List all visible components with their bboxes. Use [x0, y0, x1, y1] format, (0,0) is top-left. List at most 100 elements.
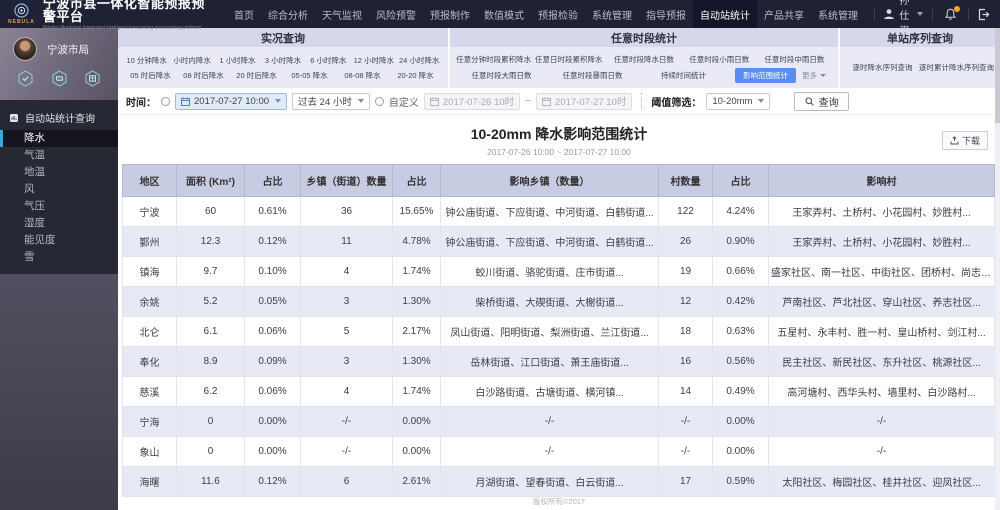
panel-link[interactable]: 08 时后降水: [177, 69, 230, 82]
table-cell: 0.59%: [712, 466, 769, 497]
nav-item[interactable]: 系统管理: [811, 0, 865, 28]
range-end-picker[interactable]: 2017-07-27 10时: [536, 92, 633, 110]
table-cell: 8.9: [176, 346, 245, 377]
table-cell: 4.78%: [392, 226, 441, 257]
table-cell: 王家弄村、土桥村、小花园村、妙胜村...: [768, 196, 995, 227]
nav-item[interactable]: 首页: [227, 0, 261, 28]
panel-link-active[interactable]: 影响范围统计: [735, 67, 796, 83]
nav-item[interactable]: 指导预报: [639, 0, 693, 28]
table-cell: 6.1: [176, 316, 245, 347]
panel-link[interactable]: 1 小时降水: [215, 54, 260, 67]
panel-link[interactable]: 08-08 降水: [336, 69, 389, 82]
panel-link[interactable]: 逐时降水序列查询: [846, 61, 919, 74]
table-cell: 19: [658, 256, 713, 287]
custom-radio[interactable]: [374, 96, 384, 106]
panel-link[interactable]: 10 分钟降水: [124, 54, 169, 67]
table-cell: 海曙: [122, 466, 177, 497]
sidebar-item[interactable]: 湿度: [0, 215, 118, 232]
panel-link[interactable]: 任意分钟时段累积降水: [456, 53, 531, 66]
nav-item[interactable]: 预报检验: [531, 0, 585, 28]
panel-link[interactable]: 6 小时降水: [306, 54, 351, 67]
dotted-divider: [641, 93, 643, 109]
table-cell: 3: [300, 346, 393, 377]
table-cell: 蛟川街道、骆驼街道、庄市街道...: [440, 256, 659, 287]
nav-item[interactable]: 系统管理: [585, 0, 639, 28]
avatar[interactable]: [13, 37, 37, 61]
panel-link[interactable]: 3 小时降水: [260, 54, 305, 67]
panel-link[interactable]: 任意时段小雨日数: [682, 53, 757, 66]
nav-item[interactable]: 风险预警: [369, 0, 423, 28]
table-cell: 鄞州: [122, 226, 177, 257]
table-row: 镇海 9.7 0.10% 4 1.74% 蛟川街道、骆驼街道、庄市街道... 19 0.66%…: [122, 256, 995, 287]
nav-item[interactable]: 自动站统计: [693, 0, 757, 28]
panel-link[interactable]: 小时内降水: [169, 54, 214, 67]
panel-link[interactable]: 20 时后降水: [230, 69, 283, 82]
table-cell: 12: [658, 286, 713, 317]
sidebar-item[interactable]: 地温: [0, 164, 118, 181]
time-label: 时间：: [126, 97, 156, 109]
scrollbar-thumb[interactable]: [995, 28, 1000, 123]
time-radio[interactable]: [161, 96, 170, 106]
table-row: 慈溪 6.2 0.06% 4 1.74% 白沙路街道、古塘街道、横河镇... 14 0.49%…: [122, 376, 995, 407]
table-cell: 高河塘村、西华头村、墙里村、白沙路村...: [768, 376, 995, 407]
panel-link[interactable]: 05 时后降水: [124, 69, 177, 82]
notifications-button[interactable]: [944, 5, 960, 21]
table-cell: -/-: [300, 436, 393, 467]
sidebar-section-auto-station-query[interactable]: 自动站统计查询: [0, 104, 118, 130]
panel-link[interactable]: 24 小时降水: [397, 54, 442, 67]
calendar-grid-icon[interactable]: [84, 70, 101, 87]
table-cell: 钟公庙街道、下应街道、中河街道、白鹤街道...: [440, 196, 659, 227]
refresh-icon[interactable]: [51, 70, 68, 87]
table-cell: 0.00%: [392, 436, 441, 467]
clipboard-check-icon[interactable]: [17, 70, 34, 87]
more-link[interactable]: 更多: [802, 69, 832, 82]
sidebar-item[interactable]: 能见度: [0, 232, 118, 249]
panel-link[interactable]: 05-05 降水: [283, 69, 336, 82]
panel-link[interactable]: 任意日时段累积降水: [531, 53, 606, 66]
preset-select[interactable]: 过去 24 小时: [292, 92, 370, 110]
table-row: 余姚 5.2 0.05% 3 1.30% 柴桥街道、大碶街道、大榭街道... 12 0.42%…: [122, 286, 995, 317]
scrollbar-track[interactable]: [995, 28, 1000, 510]
panel-link[interactable]: 任意时段暴雨日数: [547, 69, 638, 82]
download-button[interactable]: 下载: [941, 131, 988, 150]
table-cell: -/-: [768, 436, 995, 467]
table-cell: 月湖街道、望春街道、白云街道...: [440, 466, 659, 497]
nav-item[interactable]: 产品共享: [757, 0, 811, 28]
sidebar-item[interactable]: 雪: [0, 249, 118, 266]
panel-link[interactable]: 持续时间统计: [638, 69, 729, 82]
query-button[interactable]: 查询: [794, 91, 850, 111]
table-cell: 6: [300, 466, 393, 497]
table-cell: 民主社区、新民社区、东升社区、桃源社区...: [768, 346, 995, 377]
panel-link-row: 任意时段大雨日数 任意时段暴雨日数 持续时间统计 影响范围统计 更多: [456, 67, 832, 83]
panel-link[interactable]: 任意时段中雨日数: [757, 53, 832, 66]
sidebar-item[interactable]: 降水: [0, 130, 118, 147]
nav-item[interactable]: 数值模式: [477, 0, 531, 28]
panel-link[interactable]: 12 小时降水: [351, 54, 396, 67]
datetime-picker[interactable]: 2017-07-27 10:00: [175, 92, 288, 110]
sidebar-section-label: 自动站统计查询: [25, 114, 95, 125]
user-name[interactable]: 孙仕强: [899, 0, 911, 37]
panel-link-row: 05 时后降水 08 时后降水 20 时后降水 05-05 降水 08-08 降水 20-…: [124, 69, 442, 82]
search-icon: [805, 96, 815, 106]
range-start-picker[interactable]: 2017-07-26 10时: [423, 92, 521, 110]
table-cell: 2.61%: [392, 466, 441, 497]
table-cell: 芦南社区、芦北社区、穿山社区、养志社区...: [768, 286, 995, 317]
sidebar-item[interactable]: 气温: [0, 147, 118, 164]
sidebar-item[interactable]: 风: [0, 181, 118, 198]
statistics-table: 地区 面积 (Km²) 占比 乡镇（街道）数量 占比 影响乡镇（数量） 村数量 占比 影响村 宁…: [122, 164, 995, 497]
panel-link[interactable]: 20-20 降水: [389, 69, 442, 82]
range-start-value: 2017-07-26 10时: [442, 97, 515, 108]
logout-icon[interactable]: [977, 8, 990, 21]
threshold-select[interactable]: 10-20mm: [706, 92, 771, 110]
nav-item[interactable]: 综合分析: [261, 0, 315, 28]
panel-link[interactable]: 任意时段大雨日数: [456, 69, 547, 82]
panel-link[interactable]: 逐时累计降水序列查询: [919, 61, 994, 74]
panel-link[interactable]: 任意时段降水日数: [606, 53, 681, 66]
table-cell: 11: [300, 226, 393, 257]
nav-item[interactable]: 预报制作: [423, 0, 477, 28]
sidebar-item[interactable]: 气压: [0, 198, 118, 215]
table-row: 北仑 6.1 0.06% 5 2.17% 凤山街道、阳明街道、梨洲街道、兰江街道... 18…: [122, 316, 995, 347]
chevron-down-icon[interactable]: [917, 12, 924, 16]
nav-item[interactable]: 天气监视: [315, 0, 369, 28]
table-cell: 0.56%: [712, 346, 769, 377]
